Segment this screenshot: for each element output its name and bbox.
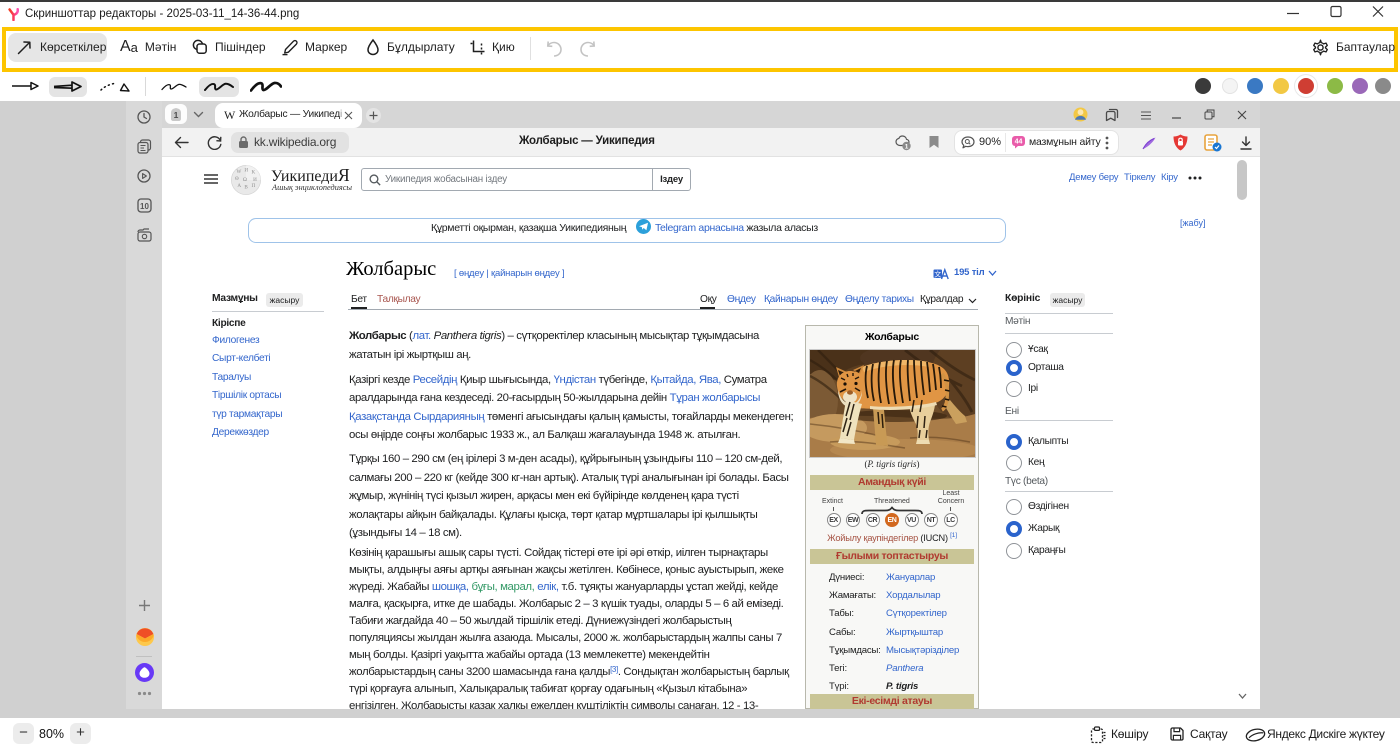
svg-text:Β: Β [244, 185, 248, 191]
svg-text:И: И [244, 167, 248, 173]
svg-text:44: 44 [1015, 139, 1023, 146]
svg-text:10: 10 [140, 202, 149, 211]
svg-text:文: 文 [934, 270, 941, 279]
svg-text:K: K [252, 170, 256, 176]
svg-text:1: 1 [174, 110, 179, 120]
svg-text:П: П [252, 183, 256, 189]
svg-text:И: И [253, 177, 257, 183]
svg-text:Ω: Ω [243, 177, 247, 183]
svg-text:Θ: Θ [235, 176, 239, 182]
svg-text:W: W [237, 169, 242, 175]
svg-text:А: А [237, 183, 241, 189]
svg-text:1: 1 [905, 144, 909, 151]
